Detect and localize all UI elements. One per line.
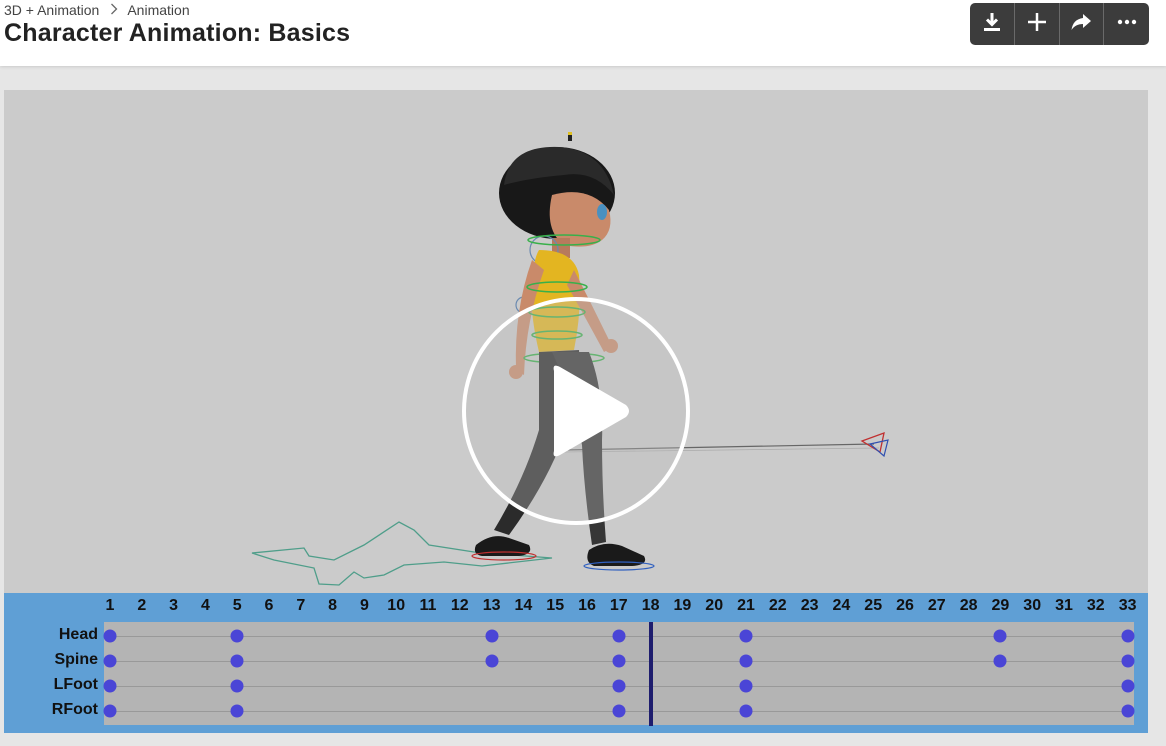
keyframe-dot[interactable] (612, 679, 626, 693)
keyframe-dot[interactable] (739, 629, 753, 643)
frame-number-row: 1 2 3 4 5 6 7 8 9 10 11 12 13 14 15 16 17 18 19 20 21 22 23 24 2… (4, 597, 1148, 621)
video-player[interactable]: 1 2 3 4 5 6 7 8 9 10 11 12 13 14 15 16 17 18 19 20 21 22 23 24 2… (4, 90, 1148, 733)
chevron-right-icon (110, 3, 118, 18)
play-button[interactable] (462, 297, 690, 525)
keyframe-dot[interactable] (230, 654, 244, 668)
frame-number[interactable]: 1 (106, 597, 115, 615)
keyframe-dot[interactable] (103, 679, 117, 693)
download-button[interactable] (970, 3, 1015, 45)
keyframe-dot[interactable] (1121, 679, 1135, 693)
frame-number[interactable]: 14 (514, 597, 532, 615)
breadcrumb-current-link[interactable]: Animation (127, 2, 189, 18)
keyframe-dot[interactable] (1121, 629, 1135, 643)
keyframe-dot[interactable] (1121, 704, 1135, 718)
more-button[interactable] (1104, 3, 1149, 45)
frame-number[interactable]: 29 (991, 597, 1009, 615)
keyframe-dot[interactable] (230, 704, 244, 718)
play-icon (553, 365, 629, 457)
frame-number[interactable]: 8 (328, 597, 337, 615)
keyframe-dot[interactable] (1121, 654, 1135, 668)
keyframe-dot[interactable] (103, 629, 117, 643)
playhead[interactable] (648, 622, 653, 726)
keyframe-dot[interactable] (612, 654, 626, 668)
breadcrumb-parent-link[interactable]: 3D + Animation (4, 2, 99, 18)
frame-number[interactable]: 20 (705, 597, 723, 615)
frame-number[interactable]: 30 (1023, 597, 1041, 615)
keyframe-dot[interactable] (612, 704, 626, 718)
keyframe-dot[interactable] (230, 679, 244, 693)
frame-number[interactable]: 7 (296, 597, 305, 615)
keyframe-dot[interactable] (103, 654, 117, 668)
download-icon (981, 11, 1003, 38)
keyframe-dot[interactable] (739, 704, 753, 718)
share-icon (1070, 11, 1092, 38)
add-button[interactable] (1015, 3, 1060, 45)
frame-number[interactable]: 28 (960, 597, 978, 615)
frame-number[interactable]: 31 (1055, 597, 1073, 615)
frame-number[interactable]: 9 (360, 597, 369, 615)
keyframe-dot[interactable] (230, 629, 244, 643)
frame-number[interactable]: 16 (578, 597, 596, 615)
frame-number[interactable]: 5 (233, 597, 242, 615)
frame-number[interactable]: 19 (673, 597, 691, 615)
track-label: LFoot (53, 676, 98, 693)
toolbar (970, 3, 1149, 45)
keyframe-dot[interactable] (485, 654, 499, 668)
frame-number[interactable]: 2 (137, 597, 146, 615)
frame-number[interactable]: 18 (642, 597, 660, 615)
plus-icon (1026, 11, 1048, 38)
more-icon (1116, 11, 1138, 38)
share-button[interactable] (1060, 3, 1105, 45)
track-label: Spine (54, 651, 98, 668)
track-label: Head (58, 626, 98, 643)
keyframe-dot[interactable] (739, 679, 753, 693)
breadcrumb: 3D + Animation Animation (4, 2, 190, 18)
frame-number[interactable]: 33 (1119, 597, 1137, 615)
header: 3D + Animation Animation Character Anima… (0, 0, 1166, 66)
keyframe-timeline: 1 2 3 4 5 6 7 8 9 10 11 12 13 14 15 16 17 18 19 20 21 22 23 24 2… (4, 593, 1148, 733)
frame-number[interactable]: 15 (546, 597, 564, 615)
video-frame (4, 90, 1148, 593)
frame-number[interactable]: 3 (169, 597, 178, 615)
keyframe-dot[interactable] (485, 629, 499, 643)
frame-number[interactable]: 25 (864, 597, 882, 615)
frame-number[interactable]: 23 (801, 597, 819, 615)
frame-number[interactable]: 27 (928, 597, 946, 615)
keyframe-dot[interactable] (739, 654, 753, 668)
frame-number[interactable]: 22 (769, 597, 787, 615)
frame-number[interactable]: 4 (201, 597, 210, 615)
keyframe-dot[interactable] (993, 654, 1007, 668)
frame-number[interactable]: 13 (483, 597, 501, 615)
page-title: Character Animation: Basics (4, 19, 351, 47)
frame-number[interactable]: 21 (737, 597, 755, 615)
frame-number[interactable]: 26 (896, 597, 914, 615)
keyframe-dot[interactable] (612, 629, 626, 643)
frame-number[interactable]: 17 (610, 597, 628, 615)
frame-number[interactable]: 11 (420, 597, 437, 615)
keyframe-dot[interactable] (103, 704, 117, 718)
frame-number[interactable]: 12 (451, 597, 469, 615)
track-label: RFoot (51, 701, 98, 718)
frame-number[interactable]: 32 (1087, 597, 1105, 615)
frame-number[interactable]: 6 (265, 597, 274, 615)
keyframe-dot[interactable] (993, 629, 1007, 643)
frame-number[interactable]: 10 (387, 597, 405, 615)
frame-number[interactable]: 24 (832, 597, 850, 615)
